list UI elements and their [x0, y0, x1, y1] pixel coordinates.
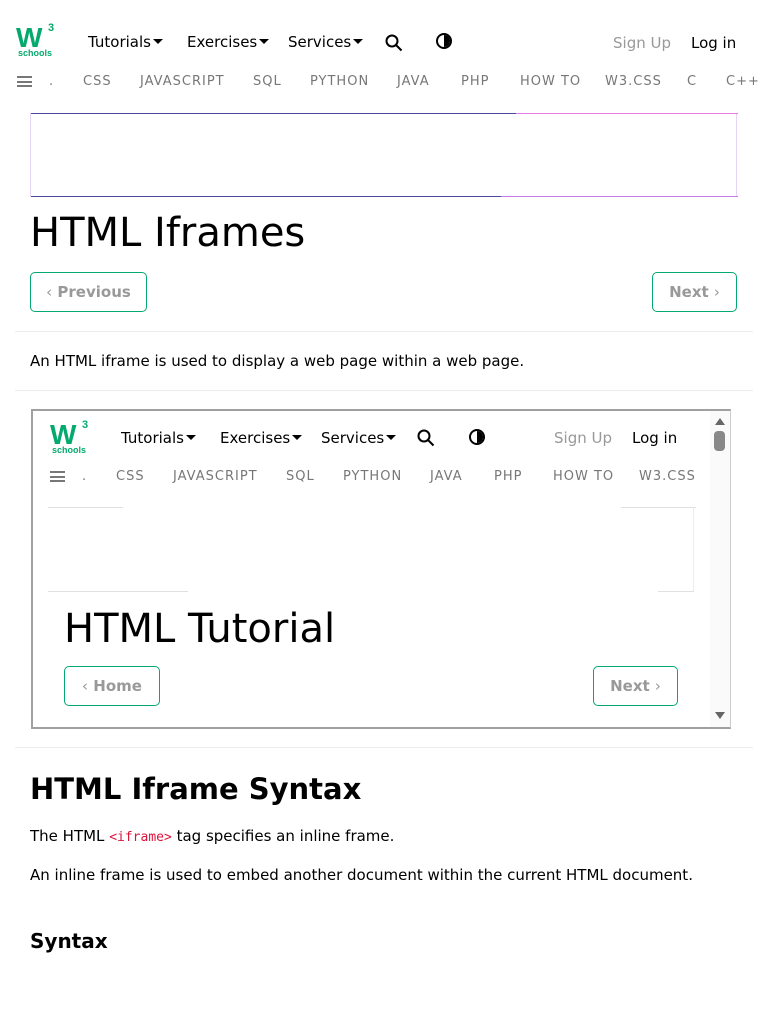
iframe-topic-java[interactable]: JAVA	[430, 469, 463, 484]
syntax-sentence-pre: The HTML	[30, 827, 110, 845]
iframe-logo-subtitle: schools	[52, 445, 87, 455]
chevron-left-icon: ‹	[82, 677, 89, 695]
iframe-topic-python[interactable]: PYTHON	[343, 469, 402, 484]
topic-css[interactable]: CSS	[83, 74, 112, 89]
topic-javascript[interactable]: JAVASCRIPT	[140, 74, 225, 89]
previous-button[interactable]: ‹ Previous	[30, 272, 147, 312]
caret-down-icon	[353, 39, 364, 44]
caret-down-icon	[259, 39, 270, 44]
ad-border-bottom-accent	[501, 196, 738, 197]
iframe-next-button[interactable]: Next ›	[593, 666, 678, 706]
syntax-sentence: The HTML <iframe> tag specifies an inlin…	[30, 827, 394, 845]
iframe-nav-services-label: Services	[321, 429, 385, 447]
chevron-left-icon: ‹	[46, 283, 53, 301]
iframe-nav-exercises[interactable]: Exercises	[220, 429, 303, 447]
topic-php[interactable]: PHP	[461, 74, 489, 89]
iframe-topic-howto[interactable]: HOW TO	[553, 469, 614, 484]
topic-howto[interactable]: HOW TO	[520, 74, 581, 89]
nav-exercises-label: Exercises	[187, 33, 258, 51]
nav-services-label: Services	[288, 33, 352, 51]
topic-dot[interactable]: .	[49, 74, 54, 89]
topic-cpp[interactable]: C++	[726, 74, 760, 89]
topic-sql[interactable]: SQL	[253, 74, 282, 89]
next-label: Next	[669, 283, 709, 301]
iframe-hamburger-menu-icon[interactable]	[50, 471, 65, 482]
iframe-contrast-toggle-icon[interactable]	[469, 429, 485, 445]
iframe-example[interactable]: W 3 schools Tutorials Exercises Services…	[31, 409, 731, 729]
iframe-tag-code: <iframe>	[109, 830, 172, 845]
iframe-nav-tutorials[interactable]: Tutorials	[121, 429, 196, 447]
nav-exercises[interactable]: Exercises	[187, 33, 270, 51]
iframe-topic-javascript[interactable]: JAVASCRIPT	[173, 469, 258, 484]
topic-c[interactable]: C	[687, 74, 697, 89]
ad-border-top-accent	[516, 113, 738, 114]
scroll-thumb[interactable]	[714, 431, 725, 451]
caret-down-icon	[185, 435, 196, 440]
intro-text: An HTML iframe is used to display a web …	[30, 352, 525, 370]
iframe-scrollbar[interactable]	[710, 411, 730, 727]
syntax-sentence-post: tag specifies an inline frame.	[171, 827, 395, 845]
w3schools-logo[interactable]: W 3 schools	[16, 22, 58, 60]
iframe-nav-exercises-label: Exercises	[220, 429, 291, 447]
previous-label: Previous	[57, 283, 131, 301]
divider	[15, 331, 753, 332]
caret-down-icon	[292, 435, 303, 440]
top-navbar: W 3 schools Tutorials Exercises Services…	[0, 0, 768, 64]
topic-w3css[interactable]: W3.CSS	[605, 74, 662, 89]
syntax-heading: Syntax	[30, 929, 108, 953]
scroll-down-arrow-icon[interactable]	[715, 712, 725, 719]
iframe-ad-border	[693, 507, 694, 591]
scroll-up-arrow-icon[interactable]	[715, 418, 725, 425]
signup-link[interactable]: Sign Up	[613, 34, 671, 52]
next-button[interactable]: Next ›	[652, 272, 737, 312]
iframe-topic-sql[interactable]: SQL	[286, 469, 315, 484]
divider	[15, 747, 753, 748]
contrast-toggle-icon[interactable]	[436, 33, 452, 49]
caret-down-icon	[386, 435, 397, 440]
page-title: HTML Iframes	[30, 210, 306, 256]
iframe-login-link[interactable]: Log in	[632, 429, 677, 447]
caret-down-icon	[152, 39, 163, 44]
iframe-signup-link[interactable]: Sign Up	[554, 429, 612, 447]
ad-border-bottom	[31, 196, 501, 197]
iframe-home-label: Home	[93, 677, 142, 695]
section-heading: HTML Iframe Syntax	[30, 772, 362, 806]
iframe-topic-dot[interactable]: .	[82, 469, 87, 484]
iframe-ad-border	[621, 507, 696, 508]
topic-python[interactable]: PYTHON	[310, 74, 369, 89]
iframe-content: W 3 schools Tutorials Exercises Services…	[33, 411, 709, 727]
chevron-right-icon: ›	[713, 283, 720, 301]
search-icon[interactable]	[385, 34, 403, 52]
topic-navbar: . CSS JAVASCRIPT SQL PYTHON JAVA PHP HOW…	[0, 64, 768, 100]
iframe-topic-css[interactable]: CSS	[116, 469, 145, 484]
ad-border-top	[31, 113, 516, 114]
iframe-next-label: Next	[610, 677, 650, 695]
inline-frame-description: An inline frame is used to embed another…	[30, 866, 693, 884]
topic-java[interactable]: JAVA	[397, 74, 430, 89]
iframe-page-title: HTML Tutorial	[64, 606, 336, 652]
logo-superscript: 3	[48, 22, 55, 34]
hamburger-menu-icon[interactable]	[17, 76, 32, 87]
iframe-home-button[interactable]: ‹ Home	[64, 666, 160, 706]
divider	[15, 390, 753, 391]
nav-services[interactable]: Services	[288, 33, 364, 51]
iframe-nav-services[interactable]: Services	[321, 429, 397, 447]
iframe-ad-border	[48, 507, 123, 508]
iframe-ad-border	[48, 591, 188, 592]
iframe-search-icon[interactable]	[417, 429, 435, 447]
iframe-topic-w3css[interactable]: W3.CSS	[639, 469, 696, 484]
nav-tutorials-label: Tutorials	[88, 33, 151, 51]
login-link[interactable]: Log in	[691, 34, 736, 52]
iframe-topic-php[interactable]: PHP	[494, 469, 522, 484]
iframe-logo-superscript: 3	[82, 419, 89, 431]
iframe-w3schools-logo[interactable]: W 3 schools	[50, 419, 92, 457]
logo-subtitle: schools	[18, 48, 53, 58]
iframe-nav-tutorials-label: Tutorials	[121, 429, 184, 447]
ad-banner	[30, 113, 738, 197]
chevron-right-icon: ›	[654, 677, 661, 695]
iframe-ad-border	[658, 591, 694, 592]
nav-tutorials[interactable]: Tutorials	[88, 33, 163, 51]
